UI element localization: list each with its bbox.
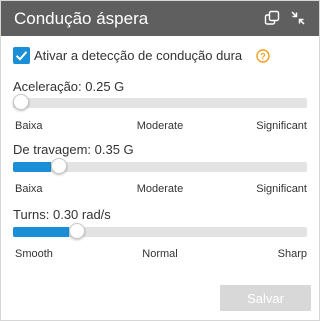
harsh-driving-checkbox[interactable] — [13, 47, 30, 64]
acceleration-label: Aceleração: 0.25 G — [13, 79, 125, 94]
turns-label: Turns: 0.30 rad/s — [13, 207, 111, 222]
turns-scale: Smooth Normal Sharp — [13, 248, 307, 262]
braking-scale: Baixa Moderate Significant — [13, 183, 307, 197]
braking-label: De travagem: 0.35 G — [13, 142, 134, 157]
panel-title: Condução áspera — [14, 9, 149, 28]
turns-tick-mid: Normal — [142, 248, 178, 260]
acceleration-tick-high: Significant — [256, 120, 307, 132]
save-button[interactable]: Salvar — [220, 285, 311, 311]
question-icon[interactable]: ? — [256, 49, 270, 63]
turns-slider-fill — [13, 227, 69, 237]
harsh-driving-panel: Condução áspera Ativar a detecção de con… — [0, 0, 320, 321]
panel-header: Condução áspera — [1, 1, 319, 36]
acceleration-tick-mid: Moderate — [136, 120, 184, 132]
turns-tick-low: Smooth — [15, 248, 53, 260]
collapse-icon[interactable] — [290, 10, 306, 26]
acceleration-scale: Baixa Moderate Significant — [13, 120, 307, 134]
svg-text:?: ? — [260, 51, 266, 61]
layers-icon[interactable] — [264, 10, 280, 26]
braking-tick-mid: Moderate — [136, 183, 184, 195]
turns-slider[interactable] — [13, 223, 307, 239]
turns-slider-thumb[interactable] — [68, 223, 85, 239]
braking-slider-fill — [13, 162, 52, 172]
checkmark-icon — [15, 51, 28, 61]
braking-slider-thumb[interactable] — [51, 158, 68, 174]
harsh-driving-toggle-label[interactable]: Ativar a detecção de condução dura — [34, 48, 242, 63]
braking-tick-high: Significant — [256, 183, 307, 195]
braking-tick-low: Baixa — [15, 183, 43, 195]
turns-tick-high: Sharp — [277, 248, 307, 260]
acceleration-tick-low: Baixa — [15, 120, 43, 132]
braking-slider[interactable] — [13, 158, 307, 174]
acceleration-slider-thumb[interactable] — [13, 94, 29, 110]
acceleration-slider[interactable] — [13, 94, 307, 110]
